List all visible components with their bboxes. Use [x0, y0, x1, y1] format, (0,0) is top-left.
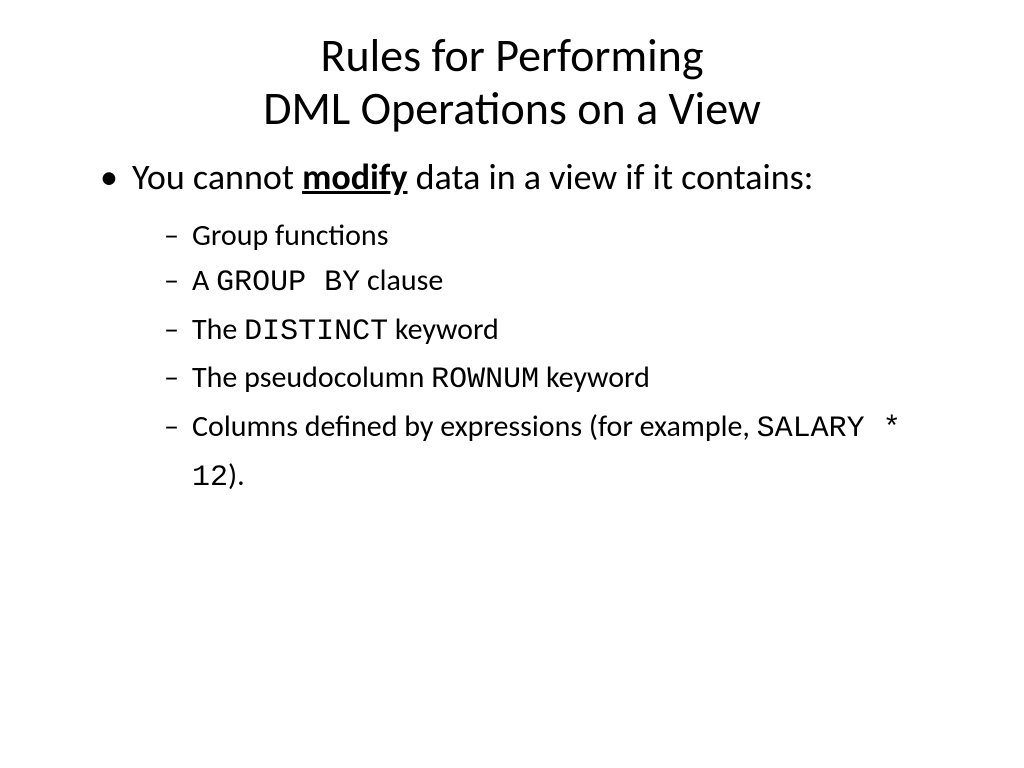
- sub-code: ROWNUM: [431, 363, 539, 397]
- main-bullet-list: You cannot modify data in a view if it c…: [60, 154, 964, 501]
- main-text-suffix: data in a view if it contains:: [408, 155, 814, 199]
- sub-code: GROUP BY: [216, 266, 360, 300]
- sub-prefix: The pseudocolumn: [192, 359, 431, 396]
- title-line-2: DML Operations on a View: [263, 81, 761, 137]
- sub-prefix: A: [192, 262, 216, 299]
- sub-suffix: clause: [360, 262, 443, 299]
- main-text-prefix: You cannot: [132, 155, 302, 199]
- sub-code: DISTINCT: [244, 315, 388, 349]
- sub-suffix: ).: [228, 457, 245, 494]
- sub-prefix: The: [192, 311, 244, 348]
- sub-item-rownum: The pseudocolumn ROWNUM keyword: [164, 355, 964, 404]
- sub-item-expressions: Columns defined by expressions (for exam…: [164, 404, 964, 501]
- title-line-1: Rules for Performing: [320, 28, 703, 84]
- sub-suffix: keyword: [539, 359, 650, 396]
- sub-suffix: keyword: [388, 311, 499, 348]
- sub-text: Group functions: [192, 217, 388, 254]
- sub-bullet-list: Group functions A GROUP BY clause The DI…: [132, 213, 964, 502]
- slide-title: Rules for Performing DML Operations on a…: [60, 30, 964, 136]
- main-text-emphasis: modify: [302, 155, 407, 199]
- sub-item-group-by: A GROUP BY clause: [164, 258, 964, 307]
- sub-item-distinct: The DISTINCT keyword: [164, 307, 964, 356]
- main-bullet-item: You cannot modify data in a view if it c…: [100, 154, 964, 501]
- sub-prefix: Columns defined by expressions (for exam…: [192, 408, 757, 445]
- sub-item-group-functions: Group functions: [164, 213, 964, 259]
